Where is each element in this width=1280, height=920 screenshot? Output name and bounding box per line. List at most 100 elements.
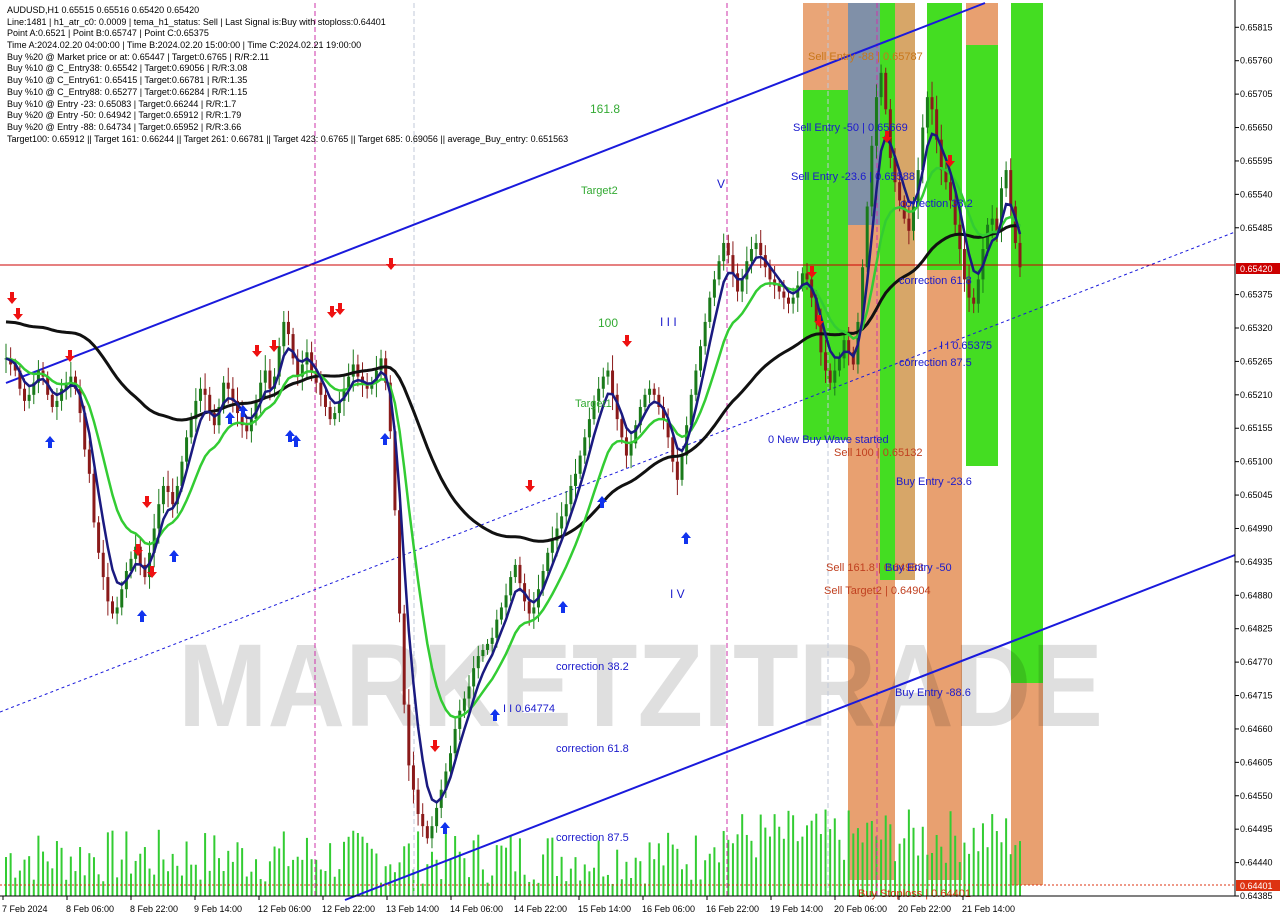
- volume-bar: [157, 829, 160, 896]
- volume-bar: [500, 845, 503, 896]
- level-label: 0 New Buy Wave started: [768, 434, 889, 446]
- time-tick-label: 15 Feb 14:00: [578, 904, 631, 914]
- volume-bar: [1005, 818, 1008, 896]
- price-tick-label: 0.65045: [1240, 490, 1273, 500]
- volume-bar: [403, 846, 406, 896]
- volume-bar: [565, 881, 568, 896]
- price-tick-label: 0.64495: [1240, 824, 1273, 834]
- price-tick-label: 0.64715: [1240, 691, 1273, 701]
- volume-bar: [667, 832, 670, 896]
- price-tick-label: 0.64605: [1240, 757, 1273, 767]
- time-tick-label: 16 Feb 22:00: [706, 904, 759, 914]
- info-line: Buy %20 @ Entry -88: 0.64734 | Target:0.…: [7, 121, 242, 132]
- volume-bar: [616, 849, 619, 896]
- candle-body: [509, 577, 513, 596]
- volume-bar: [393, 872, 396, 896]
- price-tick-label: 0.65155: [1240, 423, 1273, 433]
- volume-bar: [92, 857, 95, 896]
- level-label: correction 38.2: [900, 198, 973, 210]
- volume-bar: [555, 875, 558, 896]
- volume-bar: [1014, 845, 1017, 896]
- volume-bar: [935, 834, 938, 896]
- candle-body: [828, 370, 832, 383]
- volume-bar: [417, 831, 420, 896]
- volume-bar: [407, 843, 410, 896]
- candle-body: [161, 485, 165, 505]
- price-tick-label: 0.64660: [1240, 724, 1273, 734]
- time-tick-label: 8 Feb 06:00: [66, 904, 114, 914]
- volume-bar: [23, 859, 26, 896]
- time-tick-label: 14 Feb 22:00: [514, 904, 567, 914]
- volume-bar: [259, 879, 262, 896]
- volume-bar: [60, 847, 63, 896]
- price-tick-label: 0.65705: [1240, 89, 1273, 99]
- candle-body: [643, 394, 647, 407]
- volume-bar: [213, 835, 216, 896]
- volume-bar: [74, 871, 77, 896]
- volume-bar: [1009, 854, 1012, 896]
- volume-bar: [671, 844, 674, 896]
- volume-bar: [773, 814, 776, 896]
- info-line: Buy %10 @ C_Entry61: 0.65415 | Target:0.…: [7, 75, 248, 86]
- volume-bar: [542, 854, 545, 896]
- volume-bar: [838, 839, 841, 896]
- time-tick-label: 14 Feb 06:00: [450, 904, 503, 914]
- signal-zone: [848, 3, 878, 225]
- candle-body: [805, 273, 809, 280]
- time-tick-label: 13 Feb 14:00: [386, 904, 439, 914]
- level-label: I V: [670, 587, 685, 601]
- price-tick-label: 0.65320: [1240, 323, 1273, 333]
- candle-body: [185, 437, 189, 462]
- time-tick-label: 7 Feb 2024: [2, 904, 48, 914]
- volume-bar: [79, 847, 82, 896]
- volume-bar: [333, 876, 336, 896]
- candle-body: [629, 443, 633, 456]
- price-tick-label: 0.64880: [1240, 590, 1273, 600]
- volume-bar: [338, 869, 341, 896]
- volume-bar: [264, 881, 267, 896]
- volume-bar: [949, 811, 952, 896]
- volume-bar: [167, 871, 170, 896]
- level-label: Target2: [581, 185, 618, 197]
- candle-body: [722, 242, 726, 262]
- candle-body: [203, 388, 207, 395]
- volume-bar: [495, 845, 498, 896]
- volume-bar: [296, 856, 299, 896]
- level-label: Sell Target2 | 0.64904: [824, 585, 931, 597]
- volume-bar: [245, 876, 248, 896]
- volume-bar: [134, 860, 137, 896]
- volume-bar: [241, 848, 244, 896]
- level-label: Sell 100 | 0.65132: [834, 447, 922, 459]
- volume-bar: [593, 867, 596, 896]
- price-tick-label: 0.64550: [1240, 791, 1273, 801]
- volume-bar: [324, 870, 327, 896]
- candle-body: [226, 382, 230, 389]
- info-line: Buy %10 @ Entry -23: 0.65083 | Target:0.…: [7, 98, 237, 109]
- candle-body: [703, 321, 707, 347]
- price-tick-label: 0.65595: [1240, 156, 1273, 166]
- volume-bar: [981, 823, 984, 896]
- volume-bar: [14, 877, 17, 896]
- candle-body: [791, 297, 795, 304]
- volume-bar: [310, 859, 313, 896]
- symbol-line: AUDUSD,H1 0.65515 0.65516 0.65420 0.6542…: [7, 5, 200, 15]
- volume-bar: [514, 871, 517, 896]
- volume-bar: [278, 848, 281, 896]
- candle-body: [865, 206, 869, 268]
- volume-bar: [745, 834, 748, 896]
- volume-bar: [171, 853, 174, 896]
- price-tick-label: 0.65210: [1240, 390, 1273, 400]
- volume-bar: [32, 879, 35, 896]
- candle-body: [435, 807, 439, 827]
- volume-bar: [509, 836, 512, 896]
- level-label: Buy Entry -50: [885, 562, 952, 574]
- volume-bar: [28, 856, 31, 896]
- price-tick-label: 0.65485: [1240, 223, 1273, 233]
- volume-bar: [143, 847, 146, 896]
- volume-bar: [162, 859, 165, 896]
- volume-bar: [778, 826, 781, 896]
- candle-body: [27, 394, 31, 401]
- volume-bar: [685, 864, 688, 896]
- candle-body: [430, 826, 434, 839]
- volume-bar: [597, 840, 600, 896]
